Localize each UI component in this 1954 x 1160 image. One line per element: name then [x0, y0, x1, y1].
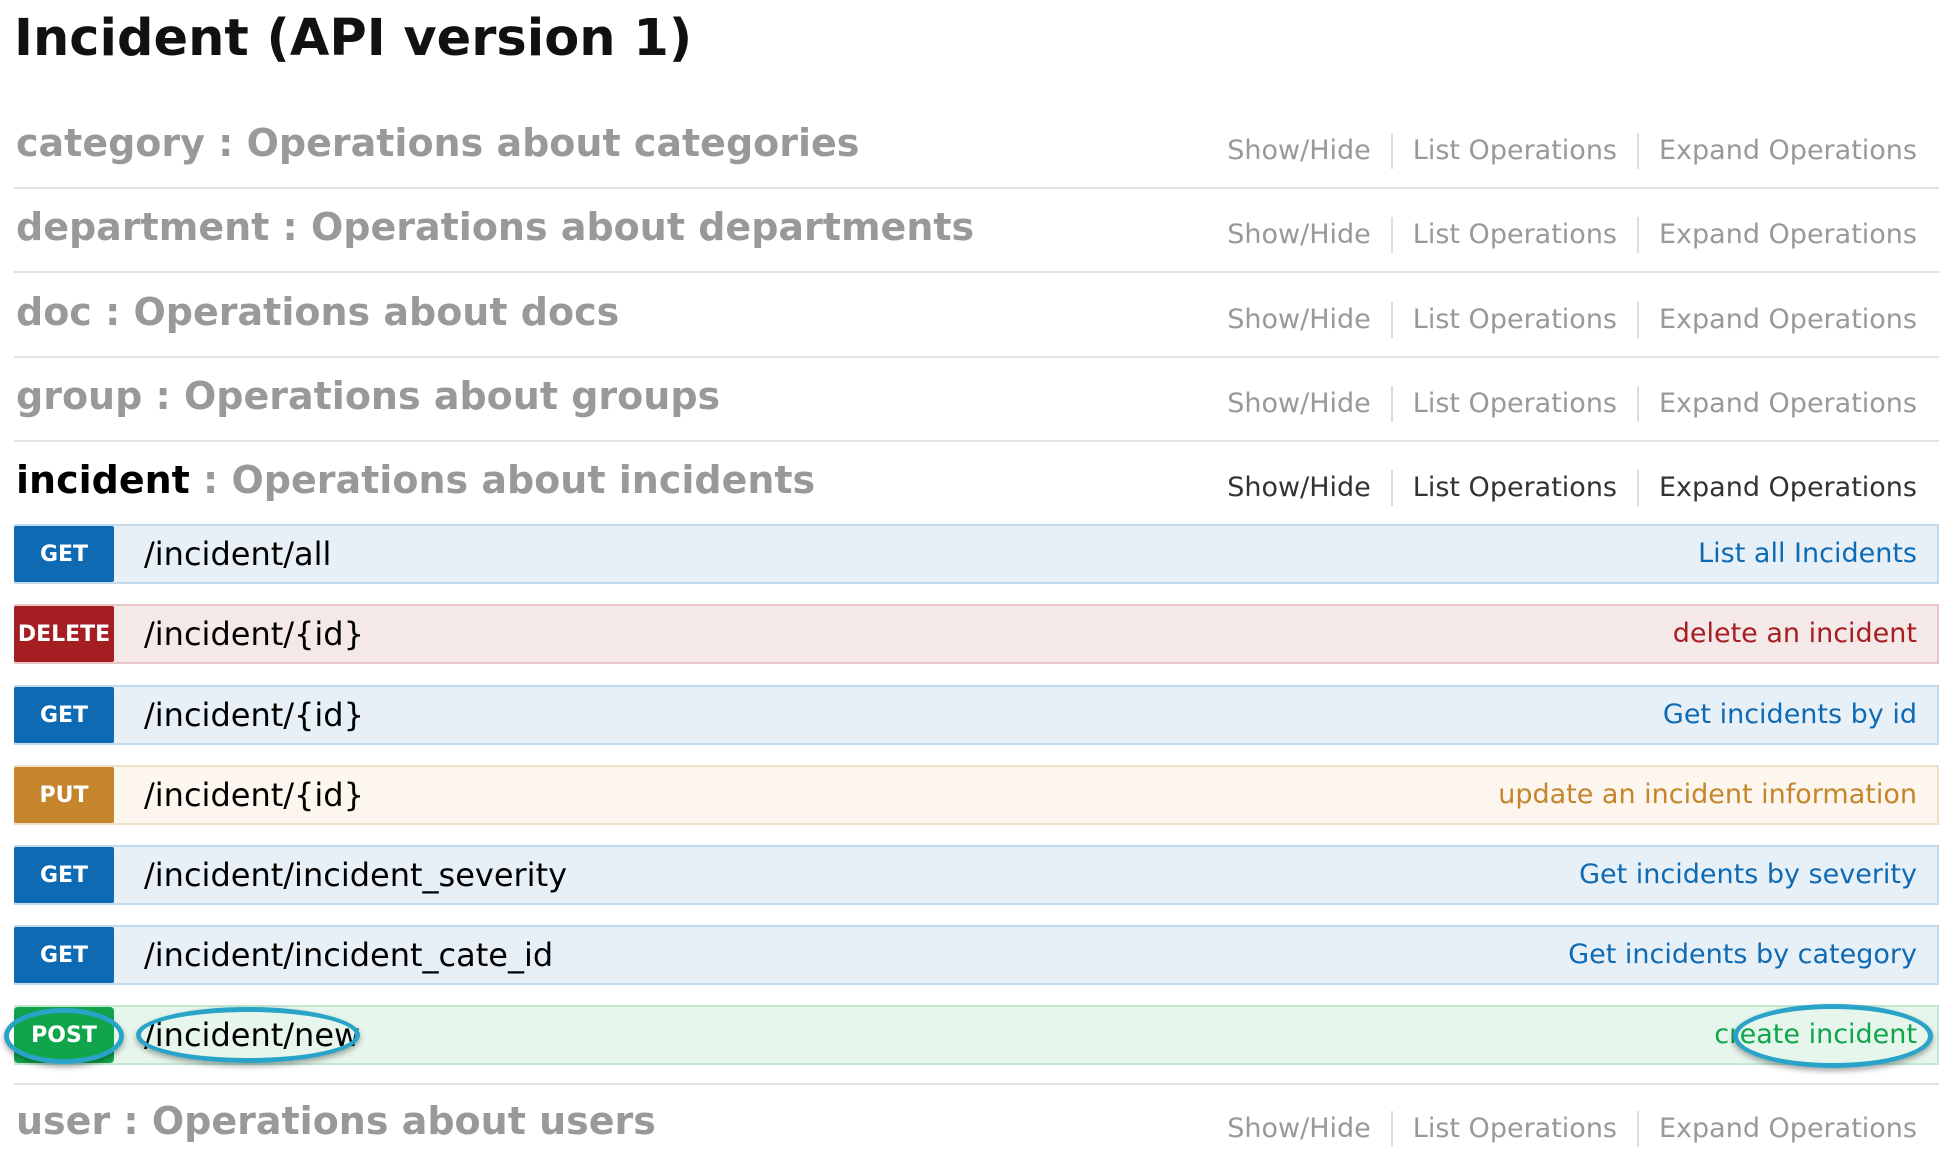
operation-row[interactable]: POST /incident/new create incident	[14, 1005, 1939, 1065]
operation-summary[interactable]: Get incidents by id	[1663, 699, 1917, 730]
resource-incident: incident : Operations about incidents Sh…	[14, 442, 1939, 522]
link-divider	[1637, 470, 1639, 506]
link-divider	[1637, 133, 1639, 169]
resource-separator: :	[91, 290, 134, 334]
show-hide-link[interactable]: Show/Hide	[1227, 470, 1371, 506]
resource-links: Show/Hide List Operations Expand Operati…	[1227, 302, 1917, 338]
resource-name[interactable]: doc	[16, 290, 92, 334]
resource-description: Operations about docs	[133, 290, 620, 334]
operation-row[interactable]: GET /incident/all List all Incidents	[14, 524, 1939, 584]
resource-heading[interactable]: department : Operations about department…	[16, 203, 974, 251]
resource-heading[interactable]: category : Operations about categories	[16, 119, 859, 167]
link-divider	[1637, 386, 1639, 422]
list-operations-link[interactable]: List Operations	[1413, 1111, 1617, 1147]
expand-operations-link[interactable]: Expand Operations	[1659, 302, 1917, 338]
resource-heading[interactable]: user : Operations about users	[16, 1097, 656, 1145]
list-operations-link[interactable]: List Operations	[1413, 133, 1617, 169]
resource-description: Operations about groups	[183, 374, 721, 418]
resource-name[interactable]: department	[16, 205, 269, 249]
resource-separator: :	[189, 458, 232, 502]
operation-path[interactable]: /incident/new	[144, 1016, 360, 1054]
resource-doc: doc : Operations about docs Show/Hide Li…	[14, 274, 1939, 358]
resource-links: Show/Hide List Operations Expand Operati…	[1227, 1111, 1917, 1147]
show-hide-link[interactable]: Show/Hide	[1227, 1111, 1371, 1147]
list-operations-link[interactable]: List Operations	[1413, 470, 1617, 506]
show-hide-link[interactable]: Show/Hide	[1227, 386, 1371, 422]
operation-row[interactable]: PUT /incident/{id} update an incident in…	[14, 765, 1939, 825]
resource-name[interactable]: group	[16, 374, 142, 418]
show-hide-link[interactable]: Show/Hide	[1227, 302, 1371, 338]
operation-row[interactable]: GET /incident/incident_cate_id Get incid…	[14, 925, 1939, 985]
link-divider	[1390, 217, 1393, 253]
resource-heading[interactable]: doc : Operations about docs	[16, 288, 619, 336]
resource-description: Operations about users	[151, 1099, 656, 1143]
show-hide-link[interactable]: Show/Hide	[1227, 217, 1371, 253]
operation-summary[interactable]: delete an incident	[1673, 618, 1917, 649]
link-divider	[1637, 1111, 1639, 1147]
link-divider	[1390, 470, 1393, 506]
operation-path[interactable]: /incident/{id}	[144, 776, 364, 814]
operation-path[interactable]: /incident/incident_cate_id	[144, 936, 553, 974]
resource-user: user : Operations about users Show/Hide …	[14, 1083, 1939, 1160]
resource-separator: :	[142, 374, 184, 418]
method-badge[interactable]: GET	[14, 687, 114, 743]
list-operations-link[interactable]: List Operations	[1413, 386, 1617, 422]
method-badge[interactable]: POST	[14, 1007, 114, 1063]
expand-operations-link[interactable]: Expand Operations	[1659, 217, 1917, 253]
resource-links: Show/Hide List Operations Expand Operati…	[1227, 470, 1917, 506]
resource-links: Show/Hide List Operations Expand Operati…	[1227, 133, 1917, 169]
operation-row[interactable]: DELETE /incident/{id} delete an incident	[14, 604, 1939, 664]
page-title: Incident (API version 1)	[14, 9, 693, 68]
operation-row[interactable]: GET /incident/incident_severity Get inci…	[14, 845, 1939, 905]
resource-separator: :	[269, 205, 311, 249]
link-divider	[1390, 302, 1393, 338]
method-badge[interactable]: DELETE	[14, 606, 114, 662]
operation-summary[interactable]: List all Incidents	[1698, 538, 1917, 569]
expand-operations-link[interactable]: Expand Operations	[1659, 1111, 1917, 1147]
resource-name[interactable]: incident	[16, 458, 190, 502]
operation-summary[interactable]: update an incident information	[1498, 779, 1917, 810]
resource-category: category : Operations about categories S…	[14, 105, 1939, 189]
resource-links: Show/Hide List Operations Expand Operati…	[1227, 217, 1917, 253]
resource-links: Show/Hide List Operations Expand Operati…	[1227, 386, 1917, 422]
list-operations-link[interactable]: List Operations	[1413, 217, 1617, 253]
operation-path[interactable]: /incident/{id}	[144, 696, 364, 734]
resource-description: Operations about incidents	[231, 458, 816, 502]
resource-separator: :	[204, 121, 247, 165]
operation-path[interactable]: /incident/incident_severity	[144, 856, 567, 894]
operation-summary[interactable]: create incident	[1714, 1019, 1917, 1050]
list-operations-link[interactable]: List Operations	[1413, 302, 1617, 338]
link-divider	[1390, 386, 1393, 422]
resource-department: department : Operations about department…	[14, 189, 1939, 273]
expand-operations-link[interactable]: Expand Operations	[1659, 133, 1917, 169]
link-divider	[1390, 133, 1393, 169]
resource-name[interactable]: category	[16, 121, 205, 165]
method-badge[interactable]: GET	[14, 526, 114, 582]
expand-operations-link[interactable]: Expand Operations	[1659, 470, 1917, 506]
operation-summary[interactable]: Get incidents by severity	[1579, 859, 1917, 890]
link-divider	[1637, 217, 1639, 253]
operation-summary[interactable]: Get incidents by category	[1568, 939, 1917, 970]
link-divider	[1637, 302, 1639, 338]
resource-description: Operations about departments	[310, 205, 975, 249]
resource-group: group : Operations about groups Show/Hid…	[14, 358, 1939, 442]
show-hide-link[interactable]: Show/Hide	[1227, 133, 1371, 169]
swagger-page: Incident (API version 1) category : Oper…	[0, 0, 1954, 1160]
resource-separator: :	[110, 1099, 152, 1143]
resource-heading[interactable]: group : Operations about groups	[16, 372, 720, 420]
method-badge[interactable]: GET	[14, 927, 114, 983]
method-badge[interactable]: GET	[14, 847, 114, 903]
resource-heading[interactable]: incident : Operations about incidents	[16, 456, 815, 504]
resource-name[interactable]: user	[16, 1099, 110, 1143]
operation-path[interactable]: /incident/{id}	[144, 615, 364, 653]
expand-operations-link[interactable]: Expand Operations	[1659, 386, 1917, 422]
method-badge[interactable]: PUT	[14, 767, 114, 823]
resource-description: Operations about categories	[246, 121, 860, 165]
link-divider	[1390, 1111, 1393, 1147]
operation-row[interactable]: GET /incident/{id} Get incidents by id	[14, 685, 1939, 745]
operation-path[interactable]: /incident/all	[144, 535, 331, 573]
